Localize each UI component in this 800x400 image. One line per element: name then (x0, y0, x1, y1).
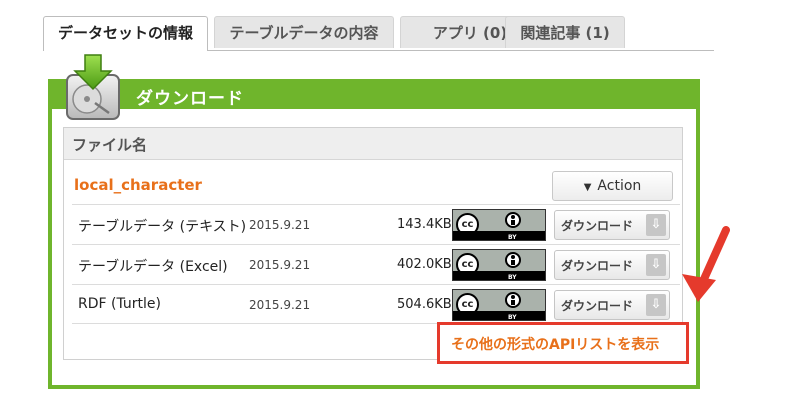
download-arrow-icon: ⇩ (646, 214, 666, 236)
other-formats-link[interactable]: その他の形式のAPIリストを表示 (437, 322, 689, 364)
file-header-bar: ファイル名 (64, 128, 682, 160)
other-formats-label: その他の形式のAPIリストを表示 (451, 337, 660, 353)
tab-table-contents[interactable]: テーブルデータの内容 (214, 16, 394, 48)
file-header-label: ファイル名 (72, 136, 148, 154)
file-size: 143.4KB (397, 217, 452, 232)
download-button[interactable]: ダウンロード ⇩ (554, 210, 670, 240)
tab-bar: データセットの情報 テーブルデータの内容 アプリ (0) 関連記事 (1) (43, 16, 714, 51)
tab-related-articles[interactable]: 関連記事 (1) (505, 16, 625, 48)
panel-title: ダウンロード (136, 89, 244, 109)
cc-by-icon[interactable]: cc BY (452, 289, 546, 321)
file-format: テーブルデータ (Excel) (78, 259, 228, 275)
caret-down-icon: ▼ (583, 182, 592, 193)
tab-dataset-info[interactable]: データセットの情報 (43, 16, 208, 51)
file-size: 504.6KB (397, 297, 452, 312)
file-date: 2015.9.21 (249, 258, 311, 272)
download-label: ダウンロード (561, 259, 634, 273)
license-label: BY (508, 234, 517, 241)
license-label: BY (508, 274, 517, 281)
cc-by-icon[interactable]: cc BY (452, 209, 546, 241)
file-format: RDF (Turtle) (78, 296, 161, 312)
cc-by-icon[interactable]: cc BY (452, 249, 546, 281)
dataset-name: local_character (74, 176, 202, 194)
license-label: BY (508, 314, 517, 321)
file-date: 2015.9.21 (249, 298, 311, 312)
hdd-download-icon (66, 54, 120, 120)
panel-header: ダウンロード (52, 83, 696, 109)
download-label: ダウンロード (561, 299, 634, 313)
file-row: テーブルデータ (テキスト) 2015.9.21 143.4KB cc BY ダ… (72, 204, 680, 244)
file-size: 402.0KB (397, 257, 452, 272)
action-label: Action (597, 178, 642, 194)
file-date: 2015.9.21 (249, 218, 311, 232)
download-arrow-icon: ⇩ (646, 294, 666, 316)
file-format: テーブルデータ (テキスト) (78, 219, 247, 235)
download-arrow-icon: ⇩ (646, 254, 666, 276)
download-label: ダウンロード (561, 219, 634, 233)
file-row: RDF (Turtle) 2015.9.21 504.6KB cc BY ダウン… (72, 284, 680, 324)
download-button[interactable]: ダウンロード ⇩ (554, 290, 670, 320)
red-arrow-icon (682, 226, 730, 302)
download-button[interactable]: ダウンロード ⇩ (554, 250, 670, 280)
action-dropdown-button[interactable]: ▼ Action (552, 171, 673, 201)
file-row: テーブルデータ (Excel) 2015.9.21 402.0KB cc BY … (72, 244, 680, 284)
